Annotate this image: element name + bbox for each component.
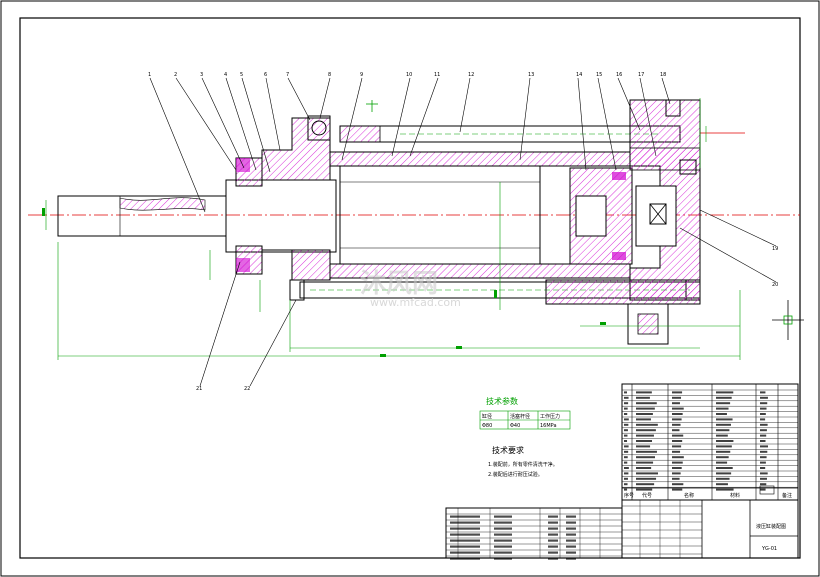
part-number-label: 15 bbox=[596, 72, 602, 78]
part-number-label: 1 bbox=[148, 72, 151, 78]
part-number-label: 10 bbox=[406, 72, 412, 78]
param-header-3: 工作压力 bbox=[540, 413, 560, 420]
watermark-url: www.mfcad.com bbox=[370, 296, 461, 309]
part-number-label: 8 bbox=[328, 72, 331, 78]
param-header-2: 活塞杆径 bbox=[510, 413, 530, 420]
part-number-label: 4 bbox=[224, 72, 227, 78]
part-number-label: 12 bbox=[468, 72, 474, 78]
parts-list: 序号 代号 名称 材料 备注 bbox=[621, 383, 799, 501]
part-number-label: 21 bbox=[196, 386, 202, 392]
drawing-number: YG-01 bbox=[761, 546, 777, 552]
title-block: 液压缸装配图 YG-01 bbox=[445, 499, 799, 560]
part-number-label: 18 bbox=[660, 72, 666, 78]
param-header-1: 缸径 bbox=[482, 413, 492, 420]
front-gland bbox=[235, 115, 331, 281]
part-number-label: 14 bbox=[576, 72, 582, 78]
drawing-sheet: 1 2 3 4 5 6 7 8 9 10 11 12 13 14 15 16 17 18192021 22 沐风网 … bbox=[0, 0, 820, 577]
part-number-label: 16 bbox=[616, 72, 622, 78]
part-number-label: 3 bbox=[200, 72, 203, 78]
part-number-label: 20 bbox=[772, 282, 778, 288]
piston-rod bbox=[57, 179, 337, 253]
tech-req-title: 技术要求 bbox=[492, 445, 524, 455]
part-number-label: 7 bbox=[286, 72, 289, 78]
part-number-label: 13 bbox=[528, 72, 534, 78]
mounting-foot bbox=[545, 279, 701, 345]
part-number-label: 2 bbox=[174, 72, 177, 78]
part-number-label: 22 bbox=[244, 386, 250, 392]
param-value-3: 16MPa bbox=[540, 423, 557, 429]
tech-req-item-1: 1.装配前，所有零件清洗干净。 bbox=[488, 461, 558, 468]
param-value-1: Φ80 bbox=[482, 423, 492, 429]
param-value-2: Φ40 bbox=[510, 423, 520, 429]
tech-params: 技术参数 缸径 活塞杆径 工作压力 Φ80 Φ40 16MPa bbox=[479, 396, 571, 430]
drawing-name: 液压缸装配图 bbox=[756, 523, 786, 530]
bom-col-no: 序号 bbox=[624, 492, 634, 499]
rear-end-cap bbox=[629, 99, 701, 301]
tech-requirements: 技术要求 1.装配前，所有零件清洗干净。 2.装配后进行耐压试验。 bbox=[488, 445, 558, 478]
part-number-label: 11 bbox=[434, 72, 440, 78]
part-number-label: 9 bbox=[360, 72, 363, 78]
part-number-label: 19 bbox=[772, 246, 778, 252]
bom-col-remark: 备注 bbox=[782, 492, 792, 499]
tech-params-title: 技术参数 bbox=[486, 396, 518, 406]
bom-col-material: 材料 bbox=[730, 492, 740, 499]
part-number-label: 6 bbox=[264, 72, 267, 78]
part-number-label: 17 bbox=[638, 72, 644, 78]
bom-col-name: 名称 bbox=[684, 492, 694, 499]
tech-req-item-2: 2.装配后进行耐压试验。 bbox=[488, 471, 543, 478]
watermark-brand: 沐风网 bbox=[360, 269, 438, 299]
bom-col-code: 代号 bbox=[642, 492, 652, 499]
part-number-label: 5 bbox=[240, 72, 243, 78]
piston bbox=[569, 167, 633, 265]
